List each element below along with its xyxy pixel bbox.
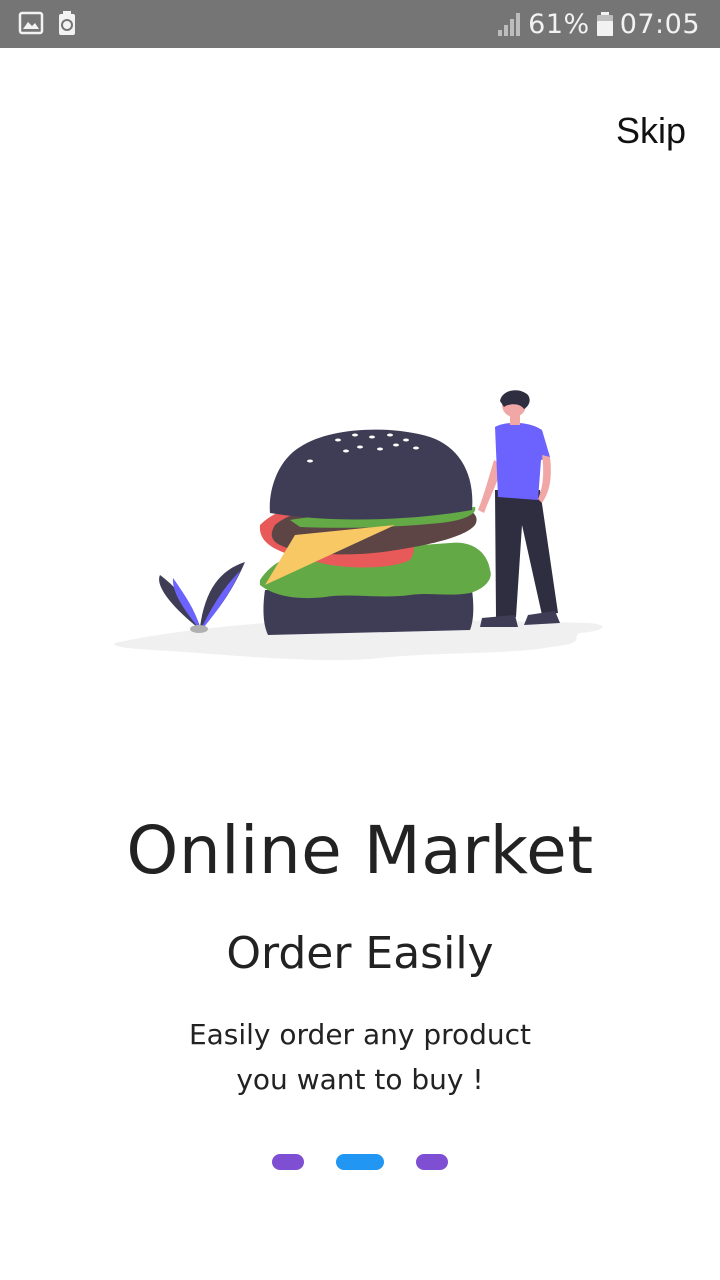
skip-button[interactable]: Skip bbox=[616, 110, 686, 152]
status-bar: 61% 07:05 bbox=[0, 0, 720, 48]
burger-top-bun bbox=[269, 429, 473, 520]
battery-percent: 61% bbox=[528, 8, 590, 40]
status-bar-right: 61% 07:05 bbox=[496, 0, 700, 48]
page-dot-2[interactable] bbox=[336, 1154, 384, 1170]
description-line-2: you want to buy ! bbox=[236, 1063, 484, 1096]
onboarding-screen: 61% 07:05 Skip Online Market Order Easil… bbox=[0, 0, 720, 1280]
page-subtitle: Order Easily bbox=[226, 928, 494, 979]
plant-graphic bbox=[159, 562, 245, 633]
page-dot-3[interactable] bbox=[416, 1154, 448, 1170]
burger-man-illustration bbox=[114, 390, 603, 661]
page-title: Online Market bbox=[126, 812, 594, 889]
page-indicator bbox=[0, 1154, 720, 1170]
signal-icon bbox=[498, 13, 521, 36]
man-figure bbox=[478, 390, 560, 627]
battery-icon bbox=[596, 12, 613, 36]
image-icon bbox=[18, 11, 44, 35]
description-line-1: Easily order any product bbox=[188, 1018, 532, 1051]
page-description: Easily order any product you want to buy… bbox=[0, 1012, 720, 1102]
page-dot-1[interactable] bbox=[272, 1154, 304, 1170]
battery-recycle-icon bbox=[59, 11, 75, 35]
clock: 07:05 bbox=[619, 8, 700, 40]
